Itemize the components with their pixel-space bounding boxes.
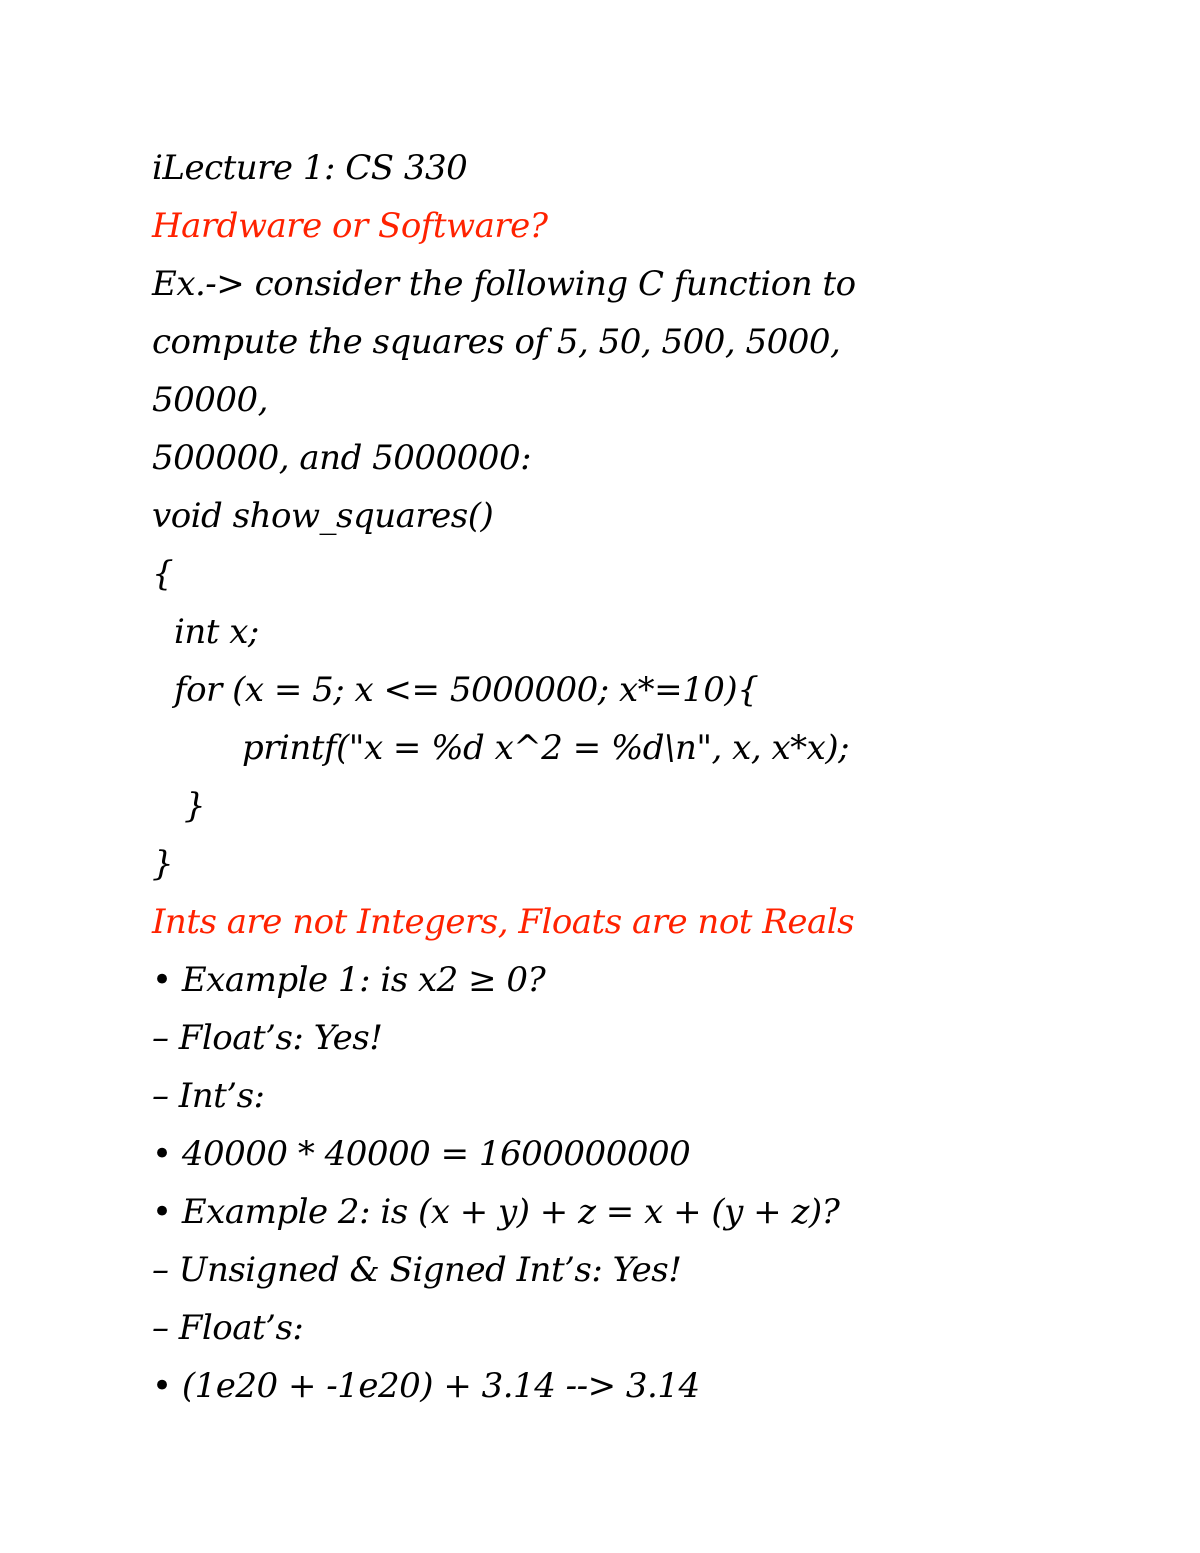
intro-line: compute the squares of 5, 50, 500, 5000,: [152, 322, 841, 362]
dash-line: – Int’s:: [152, 1076, 265, 1116]
code-line-for-loop: for (x = 5; x <= 5000000; x*=10){: [174, 670, 759, 710]
intro-line: Ex.-> consider the following C function …: [152, 264, 856, 304]
code-line-signature: void show_squares(): [152, 496, 494, 536]
section-heading-hardware-software: Hardware or Software?: [152, 206, 548, 246]
bullet-line: • 40000 * 40000 = 1600000000: [152, 1134, 691, 1174]
intro-line: 50000,: [152, 380, 268, 420]
dash-line: – Float’s:: [152, 1308, 304, 1348]
intro-line: 500000, and 5000000:: [152, 438, 532, 478]
bullet-line: • Example 1: is x2 ≥ 0?: [152, 960, 546, 1000]
dash-line: – Unsigned & Signed Int’s: Yes!: [152, 1250, 682, 1290]
document-title: iLecture 1: CS 330: [152, 148, 468, 188]
bullet-line: • Example 2: is (x + y) + z = x + (y + z…: [152, 1192, 840, 1232]
section-heading-ints-floats: Ints are not Integers, Floats are not Re…: [152, 902, 855, 942]
bullet-line: • (1e20 + -1e20) + 3.14 --> 3.14: [152, 1366, 700, 1406]
dash-line: – Float’s: Yes!: [152, 1018, 383, 1058]
code-line-inner-close-brace: }: [184, 786, 206, 826]
code-line-open-brace: {: [152, 554, 174, 594]
code-line-printf: printf("x = %d x^2 = %d\n", x, x*x);: [242, 728, 850, 768]
code-line-declaration: int x;: [174, 612, 259, 652]
code-line-close-brace: }: [152, 844, 174, 884]
